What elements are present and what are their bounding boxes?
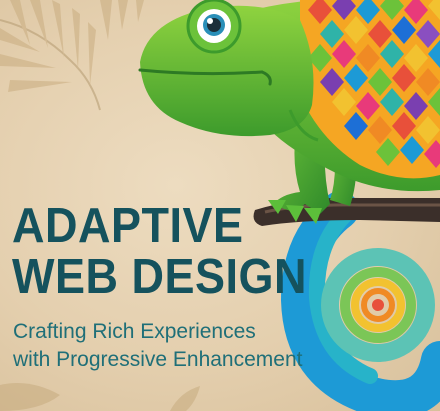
cover-subtitle-line-2: with Progressive Enhancement	[13, 348, 303, 371]
chameleon-illustration	[138, 0, 440, 224]
cover-title-line-2: WEB DESIGN	[12, 247, 308, 304]
bottom-leaf-icon	[0, 382, 200, 411]
spiral-tail-icon	[280, 191, 440, 411]
cover-subtitle-line-1: Crafting Rich Experiences	[13, 320, 256, 343]
cover-title-line-1: ADAPTIVE	[12, 196, 244, 253]
palm-leaf-icon	[0, 0, 144, 111]
chameleon-eye-icon	[186, 0, 242, 54]
book-cover: ADAPTIVE WEB DESIGN Crafting Rich Experi…	[0, 0, 440, 411]
